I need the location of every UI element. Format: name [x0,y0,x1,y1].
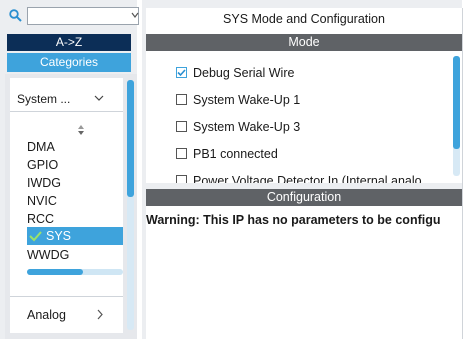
checkbox[interactable] [176,148,187,159]
page-title: SYS Mode and Configuration [223,12,385,26]
checkbox[interactable] [176,94,187,105]
list-item-nvic[interactable]: NVIC [27,192,57,210]
list-item-rcc[interactable]: RCC [27,210,54,228]
categories-button[interactable]: Categories [7,53,131,72]
checkbox[interactable] [176,67,187,78]
search-icon[interactable] [9,9,22,22]
configuration-header: Configuration [146,189,462,206]
option-label: Power Voltage Detector In (Internal anal… [193,174,422,183]
chevron-down-icon [94,95,104,101]
list-item-gpio[interactable]: GPIO [27,156,58,174]
mode-header: Mode [146,34,462,51]
list-item-dma[interactable]: DMA [27,138,55,156]
sort-az-button[interactable]: A->Z [7,34,131,51]
list-item-iwdg[interactable]: IWDG [27,174,61,192]
category-list: System ... DMA GPIO IWDG NVIC RCC SYS WW… [10,78,123,333]
check-icon [29,231,42,242]
group-header-system[interactable]: System ... [10,87,123,111]
mode-options: Debug Serial Wire System Wake-Up 1 Syste… [146,51,462,183]
group-label-analog[interactable]: Analog [27,308,66,322]
option-label: Debug Serial Wire [193,66,295,80]
search-bar [7,7,139,27]
checkbox[interactable] [176,175,187,183]
option-label: PB1 connected [193,147,278,161]
divider [462,8,463,339]
divider [10,111,123,112]
warning-text: Warning: This IP has no parameters to be… [146,213,441,227]
horizontal-scrollbar-thumb[interactable] [27,269,83,275]
sort-icon[interactable] [77,124,85,136]
option-label: System Wake-Up 1 [193,93,301,107]
list-item-wwdg[interactable]: WWDG [27,246,69,264]
list-item-sys[interactable]: SYS [27,227,123,245]
vertical-scrollbar-thumb[interactable] [127,80,134,197]
group-label: System ... [17,92,71,106]
check-icon [177,69,186,77]
chevron-down-icon[interactable] [131,11,139,19]
window-edge [462,0,470,339]
checkbox[interactable] [176,121,187,132]
list-item-label: SYS [46,229,72,243]
search-input[interactable] [27,7,139,25]
vertical-scrollbar-thumb[interactable] [453,56,460,149]
chevron-right-icon[interactable] [96,309,104,320]
divider [10,296,123,297]
option-label: System Wake-Up 3 [193,120,301,134]
